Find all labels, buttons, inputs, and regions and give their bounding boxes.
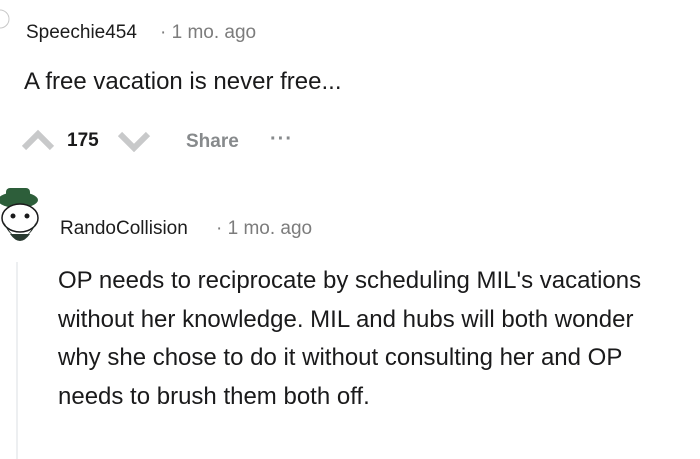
snoo-avatar-icon[interactable] (0, 186, 48, 254)
time-label[interactable]: 1 mo. ago (228, 218, 313, 239)
upvote-arrow-icon[interactable] (21, 128, 58, 152)
comment-body: A free vacation is never free... (24, 68, 342, 95)
comment-author[interactable]: RandoCollision (60, 218, 188, 240)
user-avatar-icon[interactable] (0, 9, 10, 29)
more-options-button[interactable]: ··· (270, 128, 293, 151)
comment-author[interactable]: Speechie454 (26, 22, 137, 44)
comment-body: OP needs to reciprocate by scheduling MI… (58, 267, 642, 410)
vote-score: 175 (67, 130, 99, 151)
comment-timestamp[interactable]: · 1 mo. ago (160, 22, 256, 44)
separator: · (216, 218, 223, 239)
thread-line[interactable] (16, 262, 18, 459)
separator: · (160, 22, 167, 43)
downvote-arrow-icon[interactable] (117, 128, 154, 153)
time-label[interactable]: 1 mo. ago (172, 22, 257, 43)
share-button[interactable]: Share (186, 131, 239, 153)
comment-timestamp[interactable]: · 1 mo. ago (216, 218, 312, 240)
